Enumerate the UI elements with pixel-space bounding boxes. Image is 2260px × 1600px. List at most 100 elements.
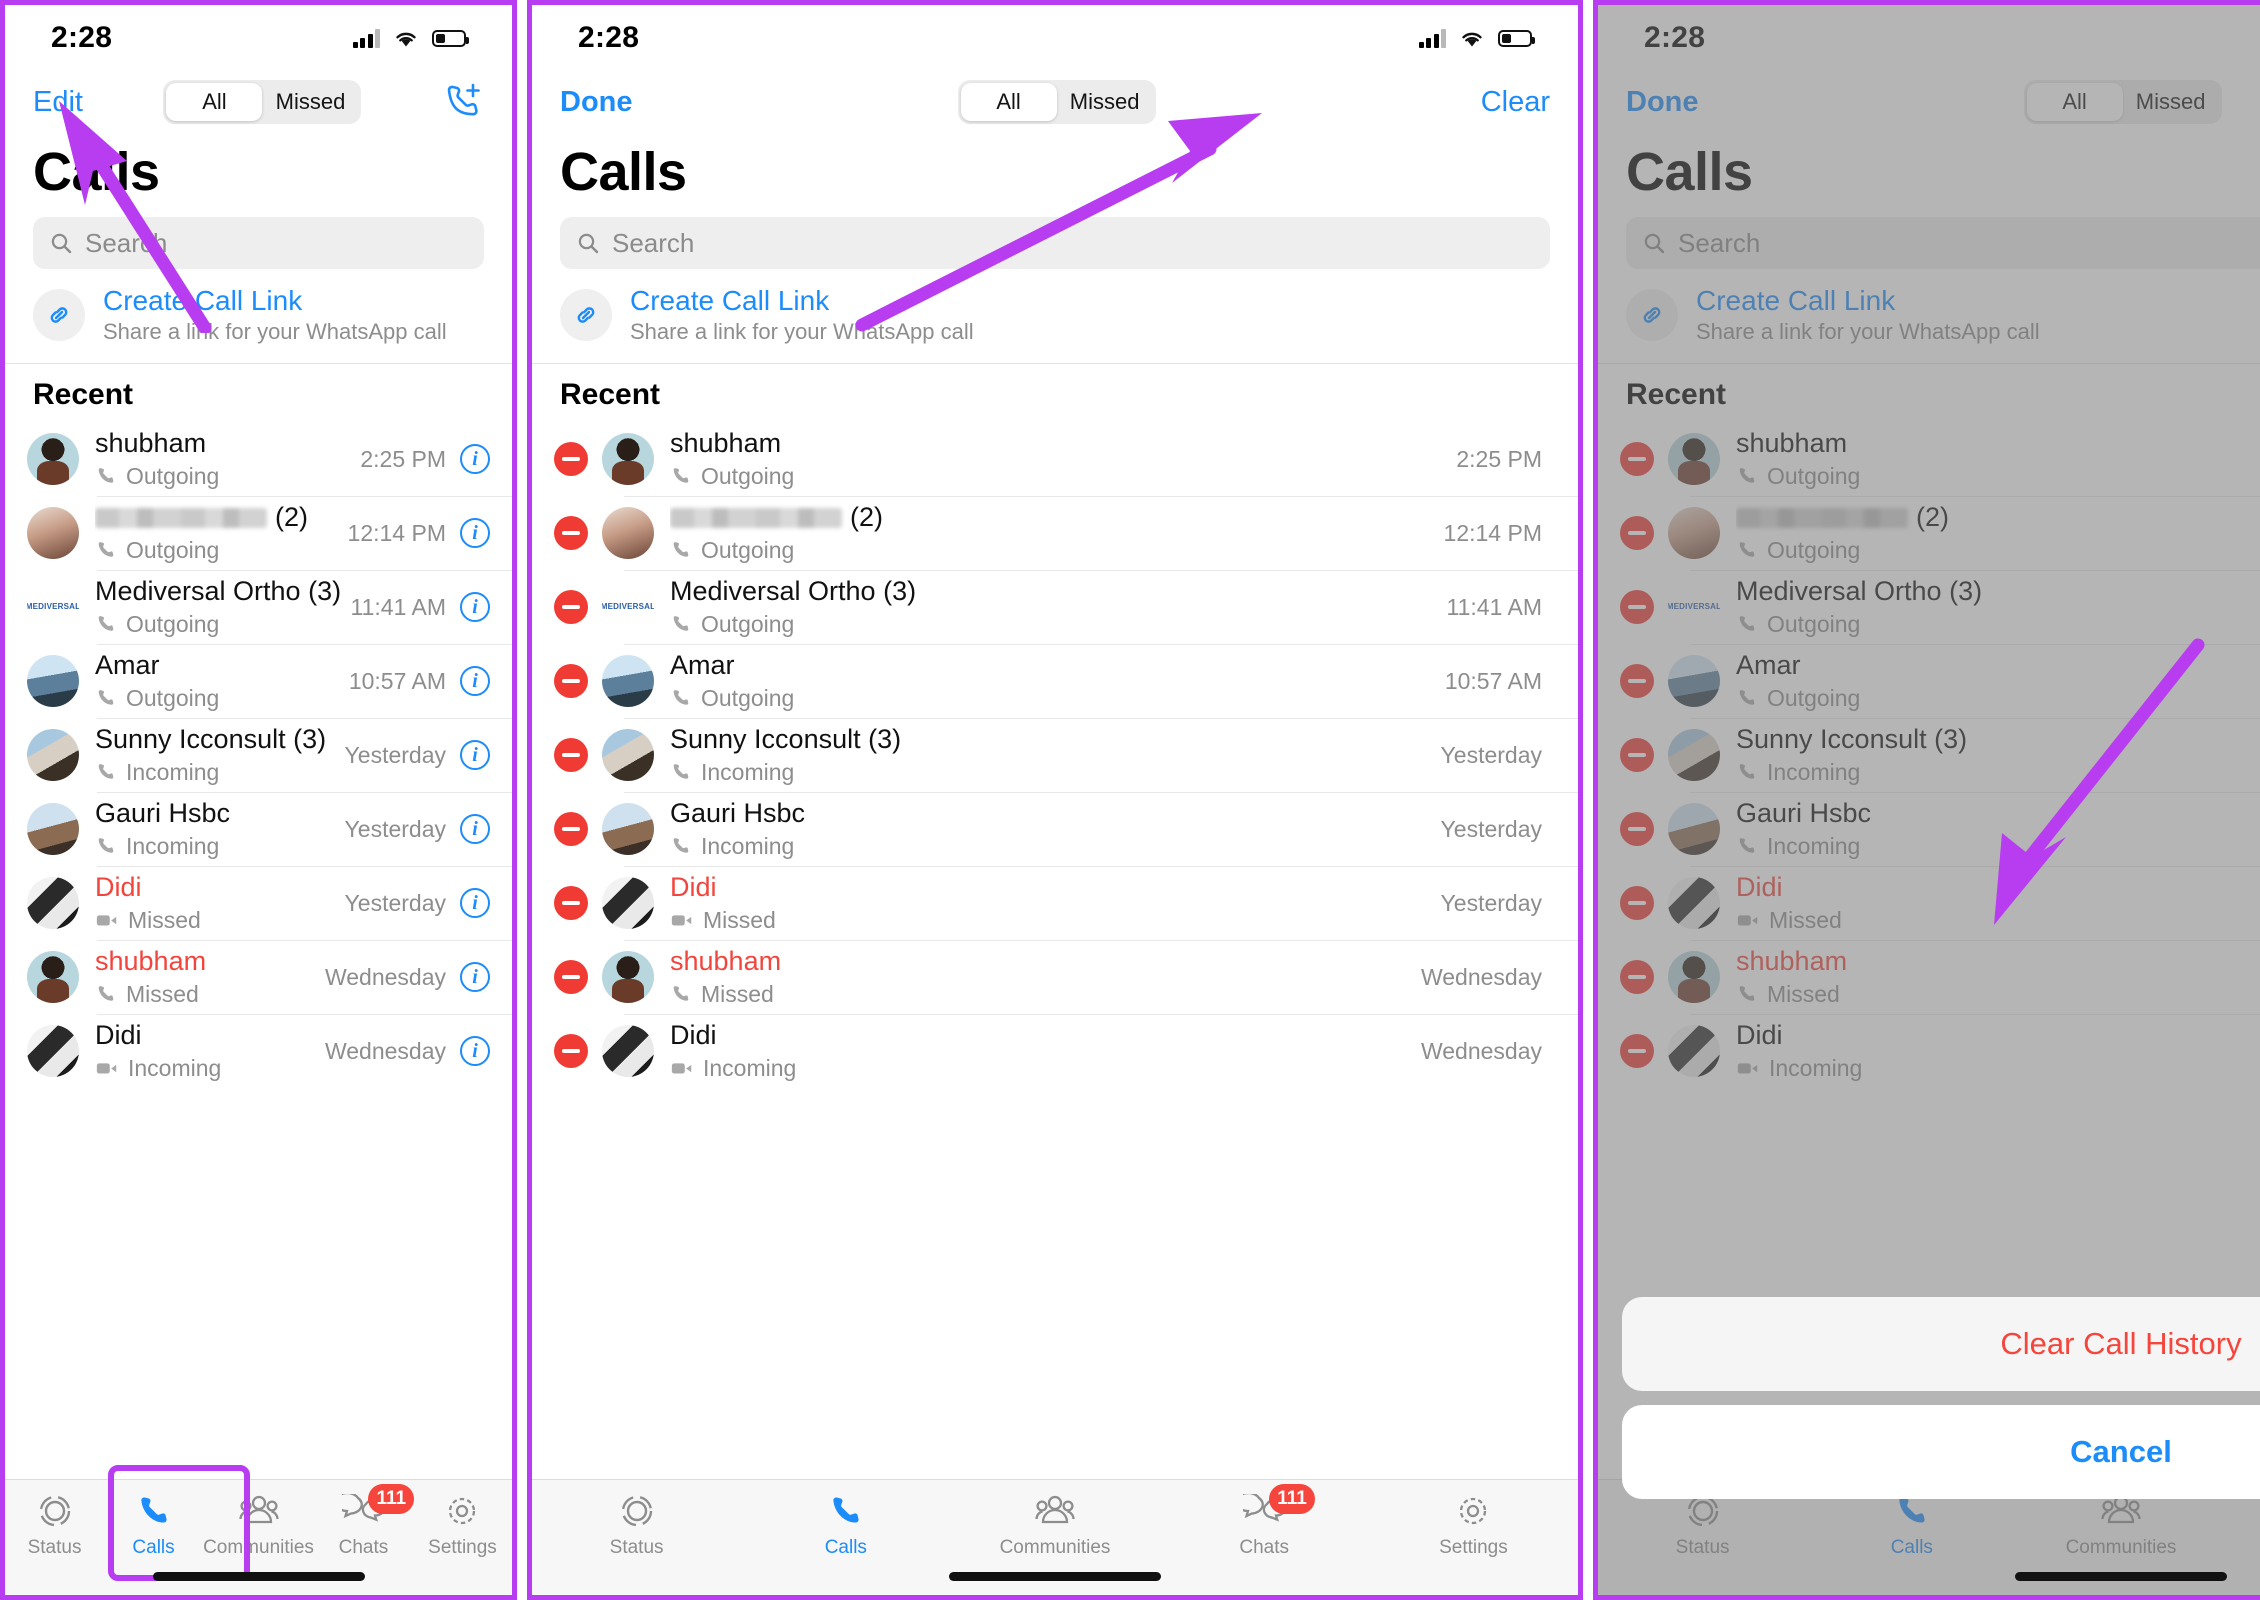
table-row[interactable]: shubham Missed Wednesday i xyxy=(5,940,512,1014)
table-row[interactable]: shubhamMissedWednesday xyxy=(1598,940,2260,1014)
table-row[interactable]: DidiMissedYesterday xyxy=(1598,866,2260,940)
segment-all[interactable]: All xyxy=(2026,83,2123,121)
add-call-icon[interactable] xyxy=(442,81,484,123)
contact-name: Sunny Icconsult (3) xyxy=(1736,725,1968,755)
table-row[interactable]: shubhamOutgoing2:25 PM xyxy=(1598,422,2260,496)
tab-chats[interactable]: 111Chats xyxy=(314,1484,415,1559)
call-info-button[interactable]: i xyxy=(460,518,490,549)
create-call-link-row[interactable]: Create Call Link Share a link for your W… xyxy=(532,269,1578,365)
delete-call-button[interactable] xyxy=(1620,886,1654,921)
table-row[interactable]: Amar Outgoing 10:57 AM i xyxy=(5,644,512,718)
tab-chats[interactable]: 111Chats xyxy=(1160,1484,1369,1559)
done-button[interactable]: Done xyxy=(1626,86,1699,119)
table-row[interactable]: MEDIVERSALMediversal Ortho (3)Outgoing11… xyxy=(1598,570,2260,644)
calls-filter-segmented-control[interactable]: All Missed xyxy=(957,80,1156,124)
tab-communities[interactable]: Communities xyxy=(203,1490,314,1559)
tab-chats[interactable]: 111Chats xyxy=(2226,1490,2260,1559)
call-info-button[interactable]: i xyxy=(460,740,490,771)
call-info-button[interactable]: i xyxy=(460,814,490,845)
delete-call-button[interactable] xyxy=(554,442,588,477)
phone-icon xyxy=(98,542,114,557)
table-row[interactable]: Sunny Icconsult (3)IncomingYesterday xyxy=(1598,718,2260,792)
delete-call-button[interactable] xyxy=(554,812,588,847)
delete-call-button[interactable] xyxy=(554,738,588,773)
segment-missed[interactable]: Missed xyxy=(1057,83,1153,121)
tab-status[interactable]: Status xyxy=(1598,1490,1807,1559)
delete-call-button[interactable] xyxy=(1620,812,1654,847)
delete-call-button[interactable] xyxy=(554,590,588,625)
delete-call-button[interactable] xyxy=(554,664,588,699)
table-row[interactable]: DidiIncomingWednesday xyxy=(532,1014,1578,1088)
call-info-button[interactable]: i xyxy=(460,888,490,919)
tab-calls[interactable]: Calls xyxy=(1807,1490,2016,1559)
call-info-button[interactable]: i xyxy=(460,592,490,623)
table-row[interactable]: shubhamOutgoing2:25 PM xyxy=(532,422,1578,496)
table-row[interactable]: Sunny Icconsult (3) Incoming Yesterday i xyxy=(5,718,512,792)
tab-settings[interactable]: Settings xyxy=(1369,1490,1578,1559)
calls-filter-segmented-control[interactable]: All Missed xyxy=(2023,80,2222,124)
done-button[interactable]: Done xyxy=(560,86,633,119)
create-call-link-row[interactable]: Create Call Link Share a link for your W… xyxy=(1598,269,2260,365)
call-info-button[interactable]: i xyxy=(460,666,490,697)
table-row[interactable]: MEDIVERSALMediversal Ortho (3)Outgoing11… xyxy=(532,570,1578,644)
delete-call-button[interactable] xyxy=(1620,442,1654,477)
cancel-button[interactable]: Cancel xyxy=(1622,1405,2260,1499)
segment-missed[interactable]: Missed xyxy=(2123,83,2219,121)
delete-call-button[interactable] xyxy=(1620,664,1654,699)
contact-name: Amar xyxy=(670,651,735,681)
table-row[interactable]: Gauri HsbcIncomingYesterday xyxy=(1598,792,2260,866)
segment-all[interactable]: All xyxy=(166,83,263,121)
call-type-label: Missed xyxy=(703,906,776,933)
avatar xyxy=(27,433,79,486)
delete-call-button[interactable] xyxy=(554,886,588,921)
table-row[interactable]: shubham Outgoing 2:25 PM i xyxy=(5,422,512,496)
search-input[interactable]: Search xyxy=(33,217,484,269)
segment-missed[interactable]: Missed xyxy=(262,83,358,121)
clear-call-history-button[interactable]: Clear Call History xyxy=(1622,1297,2260,1391)
clear-button[interactable]: Clear xyxy=(1481,86,1550,119)
search-input[interactable]: Search xyxy=(560,217,1550,269)
table-row[interactable]: DidiIncomingWednesday xyxy=(1598,1014,2260,1088)
call-info-button[interactable]: i xyxy=(460,444,490,475)
delete-call-button[interactable] xyxy=(554,516,588,551)
search-input[interactable]: Search xyxy=(1626,217,2260,269)
table-row[interactable]: DidiMissedYesterday xyxy=(532,866,1578,940)
delete-call-button[interactable] xyxy=(554,1034,588,1069)
delete-call-button[interactable] xyxy=(1620,516,1654,551)
tab-communities[interactable]: Communities xyxy=(950,1490,1159,1559)
contact-name: (2) xyxy=(1736,503,2260,533)
call-info-button[interactable]: i xyxy=(460,962,490,993)
segment-all[interactable]: All xyxy=(960,83,1057,121)
edit-button[interactable]: Edit xyxy=(33,86,83,119)
table-row[interactable]: Sunny Icconsult (3)IncomingYesterday xyxy=(532,718,1578,792)
delete-call-button[interactable] xyxy=(1620,590,1654,625)
table-row[interactable]: shubhamMissedWednesday xyxy=(532,940,1578,1014)
delete-call-button[interactable] xyxy=(1620,960,1654,995)
table-row[interactable]: Gauri HsbcIncomingYesterday xyxy=(532,792,1578,866)
tab-status[interactable]: Status xyxy=(5,1490,104,1559)
tab-settings[interactable]: Settings xyxy=(413,1490,512,1559)
tab-status[interactable]: Status xyxy=(532,1490,741,1559)
phone-icon xyxy=(1739,838,1755,853)
tab-calls[interactable]: Calls xyxy=(741,1490,950,1559)
table-row[interactable]: AmarOutgoing10:57 AM xyxy=(1598,644,2260,718)
table-row[interactable]: (2)Outgoing12:14 PM xyxy=(532,496,1578,570)
tab-communities[interactable]: Communities xyxy=(2016,1490,2225,1559)
call-type-label: Incoming xyxy=(128,1054,222,1081)
delete-call-button[interactable] xyxy=(554,960,588,995)
table-row[interactable]: Didi Missed Yesterday i xyxy=(5,866,512,940)
page-title: Calls xyxy=(1626,142,1753,202)
table-row[interactable]: AmarOutgoing10:57 AM xyxy=(532,644,1578,718)
tab-calls[interactable]: Calls xyxy=(104,1490,203,1559)
table-row[interactable]: Didi Incoming Wednesday i xyxy=(5,1014,512,1088)
table-row[interactable]: (2) Outgoing 12:14 PM i xyxy=(5,496,512,570)
call-timestamp: 2:25 PM xyxy=(1456,445,1542,472)
table-row[interactable]: (2)Outgoing12:14 PM xyxy=(1598,496,2260,570)
call-info-button[interactable]: i xyxy=(460,1036,490,1067)
table-row[interactable]: MEDIVERSALMediversal Ortho (3)Outgoing11… xyxy=(5,570,512,644)
table-row[interactable]: Gauri Hsbc Incoming Yesterday i xyxy=(5,792,512,866)
create-call-link-row[interactable]: Create Call Link Share a link for your W… xyxy=(5,269,512,365)
delete-call-button[interactable] xyxy=(1620,1034,1654,1069)
calls-filter-segmented-control[interactable]: All Missed xyxy=(163,80,362,124)
delete-call-button[interactable] xyxy=(1620,738,1654,773)
